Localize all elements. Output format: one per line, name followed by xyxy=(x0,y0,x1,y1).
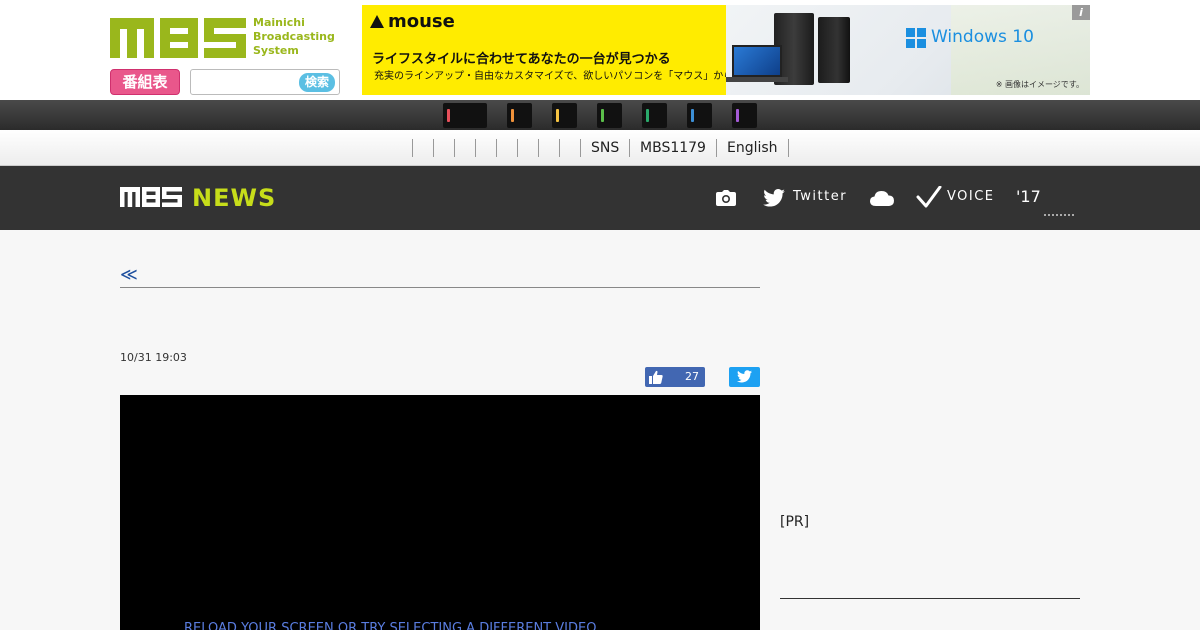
nav-divider xyxy=(496,139,497,157)
twitter-nav-button[interactable]: Twitter xyxy=(763,166,853,230)
nav-divider xyxy=(475,139,476,157)
channel-strip xyxy=(0,100,1200,130)
sub-nav: SNS MBS1179 English xyxy=(0,130,1200,166)
channel-tile[interactable] xyxy=(732,103,757,128)
top-header: Mainichi Broadcasting System 番組表 検索 mous… xyxy=(0,0,1200,100)
year-nav-underline xyxy=(1044,214,1074,216)
sidebar-pr-label: [PR] xyxy=(780,514,810,530)
like-count: 27 xyxy=(685,370,699,383)
twitter-nav-label: Twitter xyxy=(793,189,848,204)
nav-divider xyxy=(454,139,455,157)
twitter-icon xyxy=(737,370,752,383)
sidebar-heading-divider xyxy=(780,598,1080,599)
year-nav-label: '17 xyxy=(1016,187,1041,206)
checkmark-icon xyxy=(916,186,942,208)
channel-tile[interactable] xyxy=(642,103,667,128)
ad-note: ※ 画像はイメージです。 xyxy=(995,80,1084,89)
channel-tile[interactable] xyxy=(687,103,712,128)
nav-divider xyxy=(517,139,518,157)
mbs-logo[interactable]: Mainichi Broadcasting System xyxy=(110,14,340,62)
ad-banner[interactable]: mouse ライフスタイルに合わせてあなたの一台が見つかる 充実のラインアップ・… xyxy=(362,5,1090,95)
mbs-logo-mark xyxy=(110,18,246,58)
laptop-image xyxy=(732,45,782,77)
nav-item-mbs1179[interactable]: MBS1179 xyxy=(640,139,706,157)
nav-divider xyxy=(412,139,413,157)
logo-line: Mainichi xyxy=(253,16,305,29)
mouse-logo-icon xyxy=(370,15,384,28)
photo-nav-button[interactable] xyxy=(713,166,739,230)
back-link-arrow: ≪ xyxy=(120,265,138,285)
nav-divider xyxy=(788,139,789,157)
nav-item-english[interactable]: English xyxy=(727,139,778,157)
channel-color-mark xyxy=(447,109,450,122)
channel-tile[interactable] xyxy=(507,103,532,128)
thumbs-up-icon xyxy=(649,370,663,384)
back-link-divider xyxy=(120,287,760,288)
ad-brand-text: mouse xyxy=(388,11,455,32)
news-logo-text: NEWS xyxy=(192,184,277,212)
channel-color-mark xyxy=(646,109,649,122)
back-to-list-link[interactable]: ≪ xyxy=(120,265,138,285)
tweet-button[interactable] xyxy=(729,367,760,387)
channel-color-mark xyxy=(556,109,559,122)
search-input[interactable] xyxy=(195,73,293,91)
logo-line: Broadcasting xyxy=(253,30,335,43)
voice-nav-button[interactable]: VOICE xyxy=(916,166,996,230)
ad-left-panel: mouse ライフスタイルに合わせてあなたの一台が見つかる 充実のラインアップ・… xyxy=(362,5,733,95)
channel-tile[interactable] xyxy=(552,103,577,128)
channel-color-mark xyxy=(736,109,739,122)
video-reload-link[interactable]: RELOAD YOUR SCREEN OR TRY SELECTING A DI… xyxy=(184,621,596,630)
mbs-logo-text: Mainichi Broadcasting System xyxy=(253,16,343,58)
search-button[interactable]: 検索 xyxy=(299,73,335,92)
nav-divider xyxy=(538,139,539,157)
facebook-like-button[interactable]: 27 xyxy=(645,367,705,387)
news-header: NEWS Twitter VOICE '17 xyxy=(0,166,1200,230)
ad-subline: 充実のラインアップ・自由なカスタマイズで、欲しいパソコンを「マウス」から xyxy=(374,71,734,82)
windows-logo-icon xyxy=(906,28,926,48)
desktop-pc-image xyxy=(818,17,850,83)
camera-icon xyxy=(716,190,736,206)
nav-divider xyxy=(433,139,434,157)
ad-headline: ライフスタイルに合わせてあなたの一台が見つかる xyxy=(372,52,671,67)
year-nav-button[interactable]: '17 xyxy=(1016,166,1076,230)
channel-tile[interactable] xyxy=(443,103,487,128)
nav-divider xyxy=(629,139,630,157)
ad-info-icon[interactable]: i xyxy=(1072,5,1090,20)
twitter-icon xyxy=(763,189,785,207)
search-box: 検索 xyxy=(190,69,340,95)
cloud-icon xyxy=(870,191,894,206)
windows-label: Windows 10 xyxy=(931,27,1034,47)
channel-color-mark xyxy=(601,109,604,122)
nav-divider xyxy=(580,139,581,157)
channel-color-mark xyxy=(511,109,514,122)
nav-divider xyxy=(559,139,560,157)
ad-brand: mouse xyxy=(370,11,455,32)
weather-nav-button[interactable] xyxy=(869,166,895,230)
nav-divider xyxy=(716,139,717,157)
ad-right-panel: Windows 10 ※ 画像はイメージです。 xyxy=(726,5,1090,95)
article-date: 10/31 19:03 xyxy=(120,351,187,364)
logo-line: System xyxy=(253,44,299,57)
voice-nav-label: VOICE xyxy=(947,189,995,204)
nav-item-sns[interactable]: SNS xyxy=(591,139,619,157)
channel-color-mark xyxy=(691,109,694,122)
program-schedule-button[interactable]: 番組表 xyxy=(110,69,180,95)
video-player[interactable]: RELOAD YOUR SCREEN OR TRY SELECTING A DI… xyxy=(120,395,760,630)
mbs-news-logo-mark xyxy=(120,187,182,207)
laptop-base-image xyxy=(726,77,788,82)
channel-tile[interactable] xyxy=(597,103,622,128)
